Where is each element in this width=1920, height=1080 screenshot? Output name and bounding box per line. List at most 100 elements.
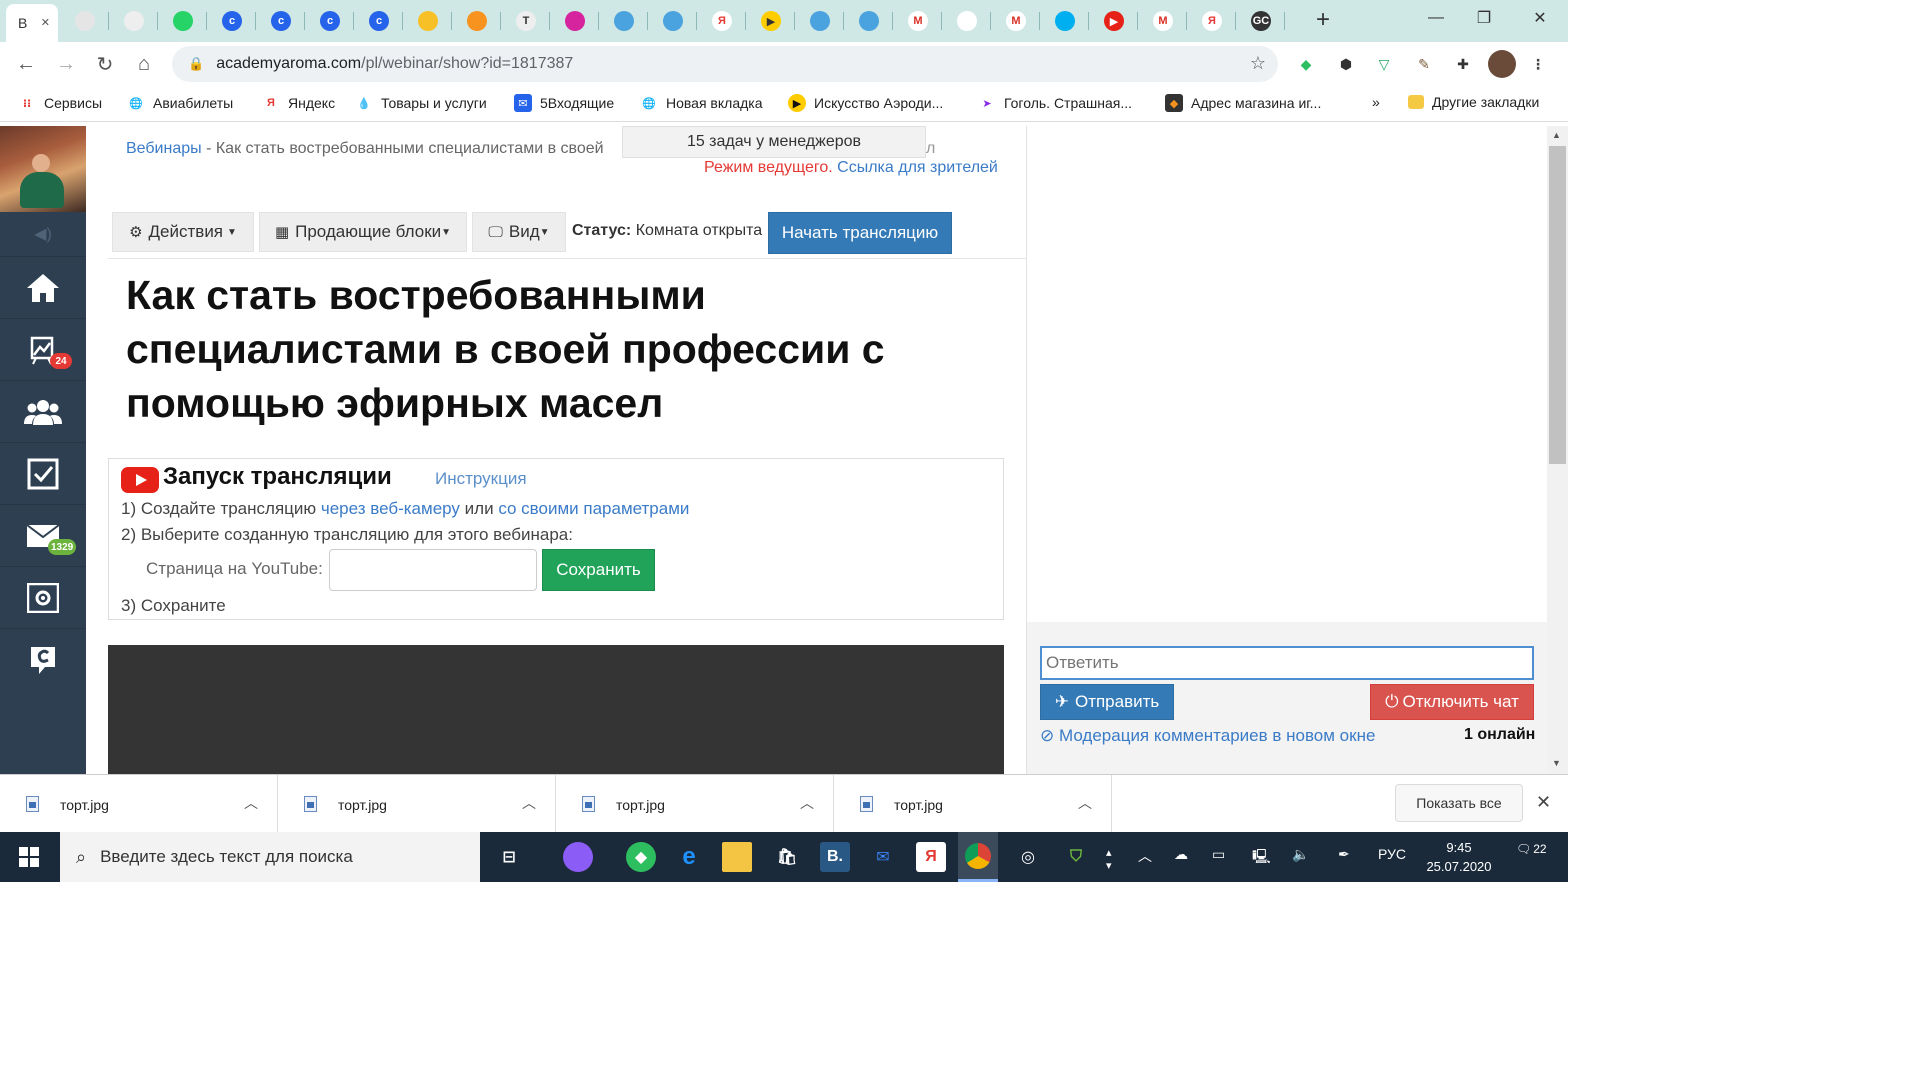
puzzle-extensions-icon[interactable]: ✚: [1451, 52, 1475, 76]
reload-button[interactable]: ↻: [89, 48, 121, 80]
viewer-link[interactable]: Ссылка для зрителей: [837, 159, 998, 176]
browser-tab[interactable]: c: [258, 6, 304, 36]
scroll-down-icon[interactable]: ▼: [1552, 758, 1561, 768]
browser-tab[interactable]: c: [209, 6, 255, 36]
battery-icon[interactable]: ▭: [1212, 846, 1225, 863]
show-hidden-icons[interactable]: ︿: [1138, 846, 1152, 866]
evernote-icon[interactable]: ◆: [1294, 52, 1318, 76]
bookmark-item[interactable]: ✉ 5Входящие: [514, 94, 614, 112]
forward-button[interactable]: →: [50, 48, 82, 80]
pen-icon[interactable]: ✒: [1338, 846, 1350, 863]
browser-tab[interactable]: GC: [1238, 6, 1284, 36]
actions-dropdown[interactable]: ⚙ Действия ▼: [112, 212, 254, 252]
tab-close-icon[interactable]: ✕: [41, 16, 50, 29]
instruction-link[interactable]: Инструкция: [435, 469, 527, 489]
download-item[interactable]: торт.jpg ︿: [556, 775, 834, 833]
yandex-browser-icon[interactable]: Я: [916, 842, 946, 872]
view-dropdown[interactable]: 🖵 Вид ▼: [472, 212, 566, 252]
save-button[interactable]: Сохранить: [542, 549, 655, 591]
browser-tab[interactable]: Я: [1189, 6, 1235, 36]
taskbar-scroll-icon[interactable]: ▴ ▾: [1106, 846, 1112, 872]
profile-avatar[interactable]: [1488, 50, 1516, 78]
browser-tab[interactable]: [160, 6, 206, 36]
bookmark-item[interactable]: ◆ Адрес магазина иг...: [1165, 94, 1321, 112]
minimize-button[interactable]: —: [1412, 0, 1460, 36]
browser-tab[interactable]: [1042, 6, 1088, 36]
bookmark-star-icon[interactable]: ☆: [1250, 53, 1266, 74]
triangle-extension-icon[interactable]: ▽: [1372, 52, 1396, 76]
browser-tab[interactable]: [846, 6, 892, 36]
browser-tab[interactable]: [944, 6, 990, 36]
page-scrollbar[interactable]: ▲ ▼: [1547, 126, 1568, 774]
sidebar-item-webinars[interactable]: 24: [0, 318, 86, 380]
back-button[interactable]: ←: [10, 48, 42, 80]
new-tab-button[interactable]: +: [1310, 8, 1336, 34]
other-bookmarks-folder[interactable]: Другие закладки: [1408, 94, 1539, 110]
browser-tab[interactable]: [601, 6, 647, 36]
tab-active[interactable]: В ✕: [6, 4, 58, 42]
sidebar-item-users[interactable]: [0, 380, 86, 442]
shield-app-icon[interactable]: ⛉: [1061, 842, 1091, 872]
browser-tab[interactable]: T: [503, 6, 549, 36]
onedrive-icon[interactable]: ☁: [1174, 846, 1188, 863]
breadcrumb-webinars-link[interactable]: Вебинары: [126, 140, 202, 157]
video-player[interactable]: [108, 645, 1004, 775]
scrollbar-thumb[interactable]: [1549, 146, 1566, 464]
bookmark-item[interactable]: ⁝⁝ Сервисы: [18, 94, 102, 112]
youtube-page-input[interactable]: [329, 549, 537, 591]
chevron-up-icon[interactable]: ︿: [800, 793, 814, 813]
browser-tab[interactable]: [111, 6, 157, 36]
download-item[interactable]: торт.jpg ︿: [834, 775, 1112, 833]
browser-tab[interactable]: [62, 6, 108, 36]
custom-params-link[interactable]: со своими параметрами: [498, 499, 689, 518]
store-icon[interactable]: 🛍: [772, 842, 802, 872]
restore-button[interactable]: ❐: [1460, 0, 1508, 36]
browser-tab[interactable]: [650, 6, 696, 36]
bookmark-item[interactable]: ➤ Гоголь. Страшная...: [978, 94, 1132, 112]
bookmark-item[interactable]: 💧 Товары и услуги: [355, 94, 487, 112]
scroll-up-icon[interactable]: ▲: [1552, 130, 1561, 140]
bookmark-item[interactable]: Я Яндекс: [262, 94, 335, 112]
sidebar-item-getcourse[interactable]: [0, 628, 86, 690]
address-bar[interactable]: 🔒 academyaroma.com/pl/webinar/show?id=18…: [172, 46, 1278, 82]
start-broadcast-button[interactable]: Начать трансляцию: [768, 212, 952, 254]
bookmarks-overflow-button[interactable]: »: [1372, 94, 1380, 110]
sidebar-item-settings[interactable]: [0, 566, 86, 628]
selling-blocks-dropdown[interactable]: ▦ Продающие блоки ▼: [259, 212, 467, 252]
browser-tab[interactable]: M: [1140, 6, 1186, 36]
browser-tab[interactable]: M: [895, 6, 941, 36]
evernote-icon[interactable]: ◆: [626, 842, 656, 872]
language-indicator[interactable]: РУС: [1378, 846, 1406, 862]
edge-icon[interactable]: e: [674, 842, 704, 872]
chevron-up-icon[interactable]: ︿: [1078, 793, 1092, 813]
windows-start-button[interactable]: [0, 832, 58, 882]
browser-tab[interactable]: ▶: [748, 6, 794, 36]
eyedropper-icon[interactable]: ✎: [1412, 52, 1436, 76]
sidebar-item-messages[interactable]: 1329: [0, 504, 86, 566]
mail-icon[interactable]: ✉: [868, 842, 898, 872]
file-explorer-icon[interactable]: [722, 842, 752, 872]
alice-icon[interactable]: [563, 842, 593, 872]
chevron-up-icon[interactable]: ︿: [522, 793, 536, 813]
kebab-menu-icon[interactable]: ⋮: [1526, 52, 1550, 76]
obs-icon[interactable]: ◎: [1013, 842, 1043, 872]
close-window-button[interactable]: ✕: [1516, 0, 1564, 36]
bookmark-item[interactable]: 🌐 Новая вкладка: [640, 94, 763, 112]
browser-tab[interactable]: ▶: [1091, 6, 1137, 36]
clock[interactable]: 9:45 25.07.2020: [1424, 838, 1494, 876]
browser-tab[interactable]: c: [356, 6, 402, 36]
download-item[interactable]: торт.jpg ︿: [278, 775, 556, 833]
network-icon[interactable]: 🖳: [1252, 846, 1271, 870]
disable-chat-button[interactable]: ⏻ Отключить чат: [1370, 684, 1534, 720]
home-button[interactable]: ⌂: [128, 48, 160, 80]
browser-tab[interactable]: [797, 6, 843, 36]
chevron-up-icon[interactable]: ︿: [244, 793, 258, 813]
send-button[interactable]: ✈ Отправить: [1040, 684, 1174, 720]
moderation-link[interactable]: ⊘ Модерация комментариев в новом окне: [1040, 726, 1375, 746]
browser-tab[interactable]: M: [993, 6, 1039, 36]
vk-icon[interactable]: B.: [820, 842, 850, 872]
webcam-link[interactable]: через веб-камеру: [321, 499, 460, 518]
chrome-icon[interactable]: [958, 832, 998, 882]
volume-icon[interactable]: 🔈: [1292, 846, 1309, 863]
cube-extension-icon[interactable]: ⬢: [1334, 52, 1358, 76]
